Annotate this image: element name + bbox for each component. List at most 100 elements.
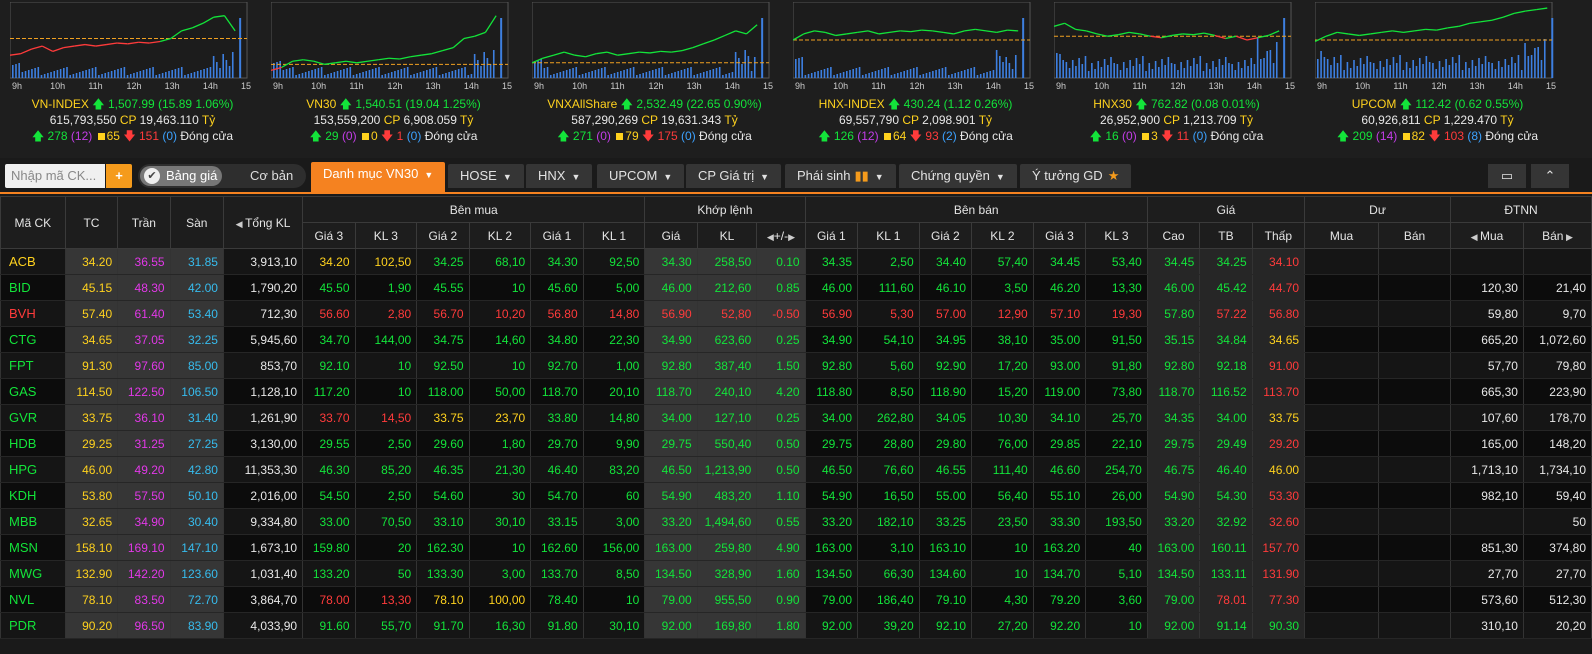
collapse-button[interactable]: ⌃	[1531, 164, 1569, 188]
header-buy-vol1[interactable]: KL 1	[582, 222, 646, 249]
tab-hnx[interactable]: HNX ▼	[526, 164, 593, 188]
header-buy-vol3[interactable]: KL 3	[354, 222, 418, 249]
header-buy-price1[interactable]: Giá 1	[530, 222, 584, 249]
volume-bar	[1468, 68, 1470, 78]
symbol-cell[interactable]: MSN	[0, 534, 66, 561]
header-sell-price1[interactable]: Giá 1	[804, 222, 859, 249]
header-sell-vol3[interactable]: KL 3	[1085, 222, 1148, 249]
basic-toggle-label[interactable]: Cơ bản	[250, 164, 293, 188]
header-buy-vol2[interactable]: KL 2	[468, 222, 532, 249]
symbol-cell[interactable]: KDH	[0, 482, 66, 509]
monitor-button[interactable]: ▭	[1488, 164, 1526, 188]
volume-bar	[951, 74, 953, 78]
table-row[interactable]: MSN 158.10 169.10 147.10 1,673,10 159.80 20 162…	[0, 534, 1592, 561]
add-symbol-button[interactable]: +	[106, 164, 132, 188]
volume-bar	[1097, 61, 1100, 78]
header-sell-vol2[interactable]: KL 2	[971, 222, 1034, 249]
table-row[interactable]: MWG 132.90 142.20 123.60 1,031,40 133.20 50 133…	[0, 560, 1592, 587]
header-sell-price2[interactable]: Giá 2	[918, 222, 973, 249]
symbol-cell[interactable]: MBB	[0, 508, 66, 535]
volume-bar	[916, 67, 918, 78]
volume-bar	[1154, 61, 1157, 78]
header-remaining-sell[interactable]: Bán	[1378, 222, 1451, 249]
header-low[interactable]: Thấp	[1251, 222, 1306, 249]
index-line-segment	[900, 30, 911, 33]
table-row[interactable]: KDH 53.80 57.50 50.10 2,016,00 54.50 2,50 54.60…	[0, 482, 1592, 509]
check-icon: ✔	[144, 168, 160, 184]
volume-bar	[349, 67, 352, 78]
header-sell-vol1[interactable]: KL 1	[857, 222, 920, 249]
index-chart-vn-index[interactable]: 9h 10h 11h 12h 13h 14h 15h VN-INDEX 🡅 1,507.99 …	[0, 0, 265, 158]
sell-cell: 34.95	[918, 326, 973, 353]
symbol-cell[interactable]: MWG	[0, 560, 66, 587]
low-cell: 56.80	[1251, 300, 1306, 327]
index-chart-hnx-index[interactable]: 9h 10h 11h 12h 13h 14h 15h HNX-INDEX 🡅 430.24 (…	[783, 0, 1048, 158]
table-row[interactable]: CTG 34.65 37.05 32.25 5,945,60 34.70 144,00 34.…	[0, 326, 1592, 353]
header-ceil[interactable]: Trần	[117, 196, 171, 249]
foreign-sell-cell: 9,70	[1522, 300, 1592, 327]
symbol-cell[interactable]: HPG	[0, 456, 66, 483]
symbol-cell[interactable]: GVR	[0, 404, 66, 431]
index-chart-vnxallshare[interactable]: 9h 10h 11h 12h 13h 14h 15h VNXAllShare 🡅 2,532.…	[522, 0, 787, 158]
index-chart-vn30[interactable]: 9h 10h 11h 12h 13h 14h 15h VN30 🡅 1,540.51 (19.…	[261, 0, 526, 158]
tab-value-stocks[interactable]: CP Giá trị ▼	[686, 164, 782, 188]
price-board-toggle[interactable]: ✔ Bảng giá	[140, 166, 222, 186]
symbol-cell[interactable]: BID	[0, 274, 66, 301]
symbol-search-input[interactable]: Nhập mã CK...	[5, 164, 105, 188]
volume-bar	[216, 62, 218, 78]
header-buy-price2[interactable]: Giá 2	[416, 222, 470, 249]
symbol-cell[interactable]: BVH	[0, 300, 66, 327]
table-row[interactable]: FPT 91.30 97.60 85.00 853,70 92.10 10 92.50 10 92…	[0, 352, 1592, 379]
index-value-traded: 19,631.343	[661, 113, 722, 127]
table-row[interactable]: BID 45.15 48.30 42.00 1,790,20 45.50 1,90 45.55…	[0, 274, 1592, 301]
symbol-cell[interactable]: PDR	[0, 612, 66, 639]
symbol-cell[interactable]: FPT	[0, 352, 66, 379]
table-row[interactable]: NVL 78.10 83.50 72.70 3,864,70 78.00 13,30 78.1…	[0, 586, 1592, 613]
tab-hose[interactable]: HOSE ▼	[448, 164, 524, 188]
header-avg[interactable]: TB	[1199, 222, 1253, 249]
symbol-cell[interactable]: HDB	[0, 430, 66, 457]
volume-bar	[906, 70, 909, 78]
table-row[interactable]: GVR 33.75 36.10 31.40 1,261,90 33.70 14,50 33.7…	[0, 404, 1592, 431]
index-sparkline-svg: 9h 10h 11h 12h 13h 14h 15h	[1054, 2, 1295, 91]
buy-cell: 85,20	[354, 456, 418, 483]
table-row[interactable]: HPG 46.00 49.20 42.80 11,353,30 46.30 85,20 46.…	[0, 456, 1592, 483]
index-chart-upcom[interactable]: 9h 10h 11h 12h 13h 14h 15h UPCOM 🡅 112.42 (0.62…	[1305, 0, 1570, 158]
header-symbol[interactable]: Mã CK	[0, 196, 66, 249]
tab-trade-ideas[interactable]: Ý tưởng GD ★	[1020, 164, 1132, 188]
header-match-vol[interactable]: KL	[696, 222, 758, 249]
symbol-cell[interactable]: GAS	[0, 378, 66, 405]
tab-upcom[interactable]: UPCOM ▼	[597, 164, 685, 188]
price-board-body: ACB 34.20 36.55 31.85 3,913,10 34.20 102,50 34.…	[0, 248, 1592, 639]
buy-cell: 14,60	[468, 326, 532, 353]
index-chart-hnx30[interactable]: 9h 10h 11h 12h 13h 14h 15h HNX30 🡅 762.82 (0.08…	[1044, 0, 1309, 158]
volume-bar	[1458, 55, 1461, 78]
table-row[interactable]: MBB 32.65 34.90 30.40 9,334,80 33.00 70,50 33.1…	[0, 508, 1592, 535]
change-cell: 1.80	[756, 612, 806, 639]
header-match-price[interactable]: Giá	[644, 222, 698, 249]
header-high[interactable]: Cao	[1146, 222, 1201, 249]
header-buy-price3[interactable]: Giá 3	[302, 222, 356, 249]
buy-cell: 92.50	[416, 352, 470, 379]
table-row[interactable]: HDB 29.25 31.25 27.25 3,130,00 29.55 2,50 29.60…	[0, 430, 1592, 457]
header-sell-price3[interactable]: Giá 3	[1032, 222, 1087, 249]
tab-vn30-watchlist[interactable]: Danh mục VN30 ▼	[311, 162, 446, 194]
symbol-cell[interactable]: NVL	[0, 586, 66, 613]
header-foreign-sell[interactable]: Bán ▶	[1522, 222, 1592, 249]
symbol-cell[interactable]: CTG	[0, 326, 66, 353]
table-row[interactable]: GAS 114.50 122.50 106.50 1,128,10 117.20 10 118…	[0, 378, 1592, 405]
table-row[interactable]: ACB 34.20 36.55 31.85 3,913,10 34.20 102,50 34.…	[0, 248, 1592, 275]
symbol-cell[interactable]: ACB	[0, 248, 66, 275]
volume-bar	[1520, 70, 1523, 78]
header-total-volume[interactable]: ◀ Tổng KL	[222, 196, 304, 249]
tab-warrants[interactable]: Chứng quyền ▼	[899, 164, 1017, 188]
header-foreign-buy[interactable]: ◀ Mua	[1450, 222, 1524, 249]
table-row[interactable]: PDR 90.20 96.50 83.90 4,033,90 91.60 55,70 91.7…	[0, 612, 1592, 639]
header-remaining-buy[interactable]: Mua	[1304, 222, 1380, 249]
header-change[interactable]: ◀+/-▶	[756, 222, 806, 249]
table-row[interactable]: BVH 57.40 61.40 53.40 712,30 56.60 2,80 56.70 10…	[0, 300, 1592, 327]
view-toggle[interactable]: ✔ Bảng giá Cơ bản	[138, 164, 306, 188]
tab-derivatives[interactable]: Phái sinh ▮▮ ▼	[785, 164, 896, 188]
header-ref[interactable]: TC	[64, 196, 119, 249]
header-floor[interactable]: Sàn	[169, 196, 224, 249]
